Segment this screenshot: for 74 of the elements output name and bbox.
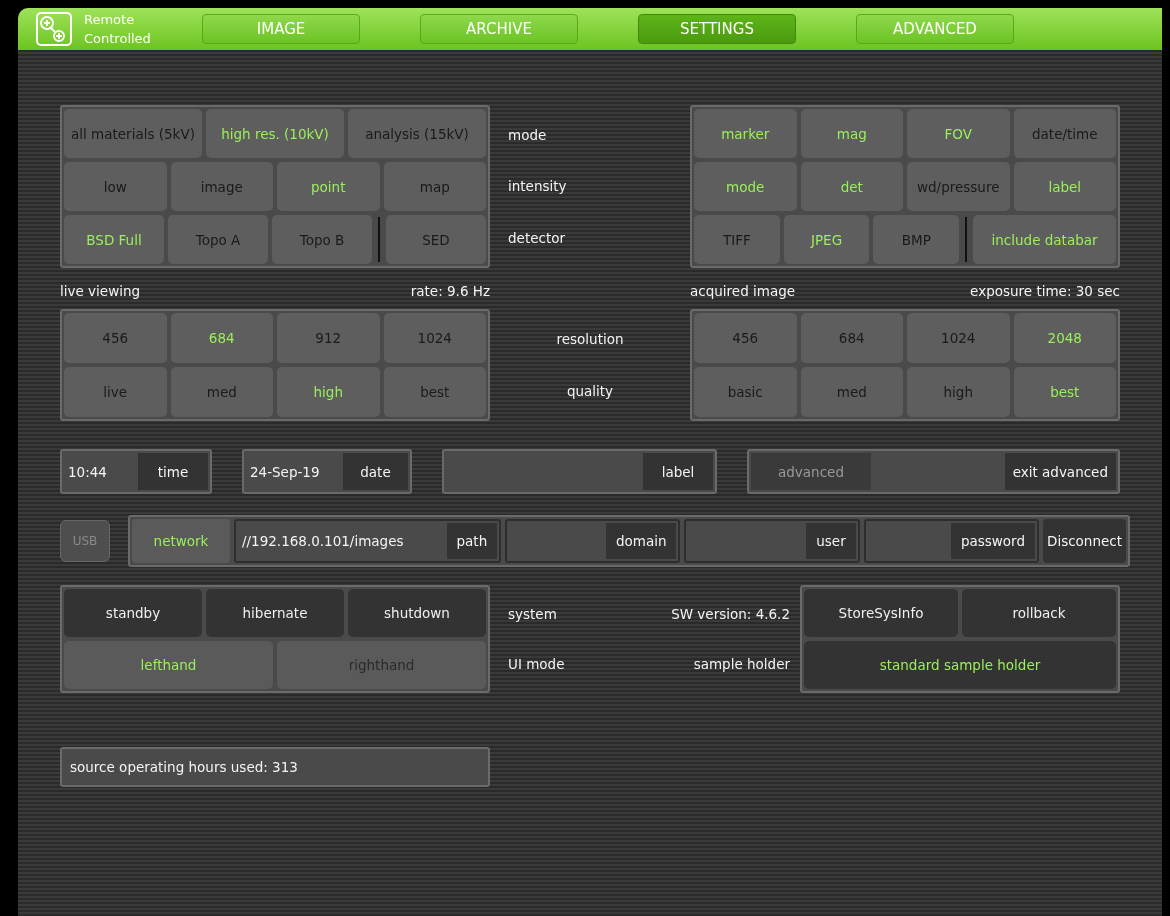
option-button[interactable]: label <box>1013 162 1116 211</box>
exposure-readout: exposure time: 30 sec <box>970 283 1120 299</box>
section-label: live viewing <box>60 283 141 299</box>
network-button[interactable]: network <box>132 519 230 563</box>
system-button[interactable]: standard sample holder <box>804 641 1116 689</box>
network-field[interactable]: user <box>684 519 860 563</box>
option-button[interactable]: 1024 <box>907 313 1010 363</box>
row-label: UI mode <box>508 656 565 672</box>
option-button[interactable]: mode <box>694 162 797 211</box>
exit-advanced-button[interactable]: exit advanced <box>1004 453 1116 490</box>
date-field[interactable]: 24-Sep-19 date <box>242 449 412 494</box>
option-button[interactable]: wd/pressure <box>907 162 1010 211</box>
status-bar: source operating hours used: 313 <box>60 747 490 787</box>
option-button[interactable]: TIFF <box>694 215 780 264</box>
option-button[interactable]: mag <box>800 109 903 158</box>
network-field[interactable]: //192.168.0.101/images path <box>234 519 502 563</box>
option-button[interactable]: basic <box>694 367 797 417</box>
option-button[interactable]: best <box>1013 367 1116 417</box>
time-field[interactable]: 10:44 time <box>60 449 212 494</box>
disconnect-button[interactable]: Disconnect <box>1043 519 1126 563</box>
row-label: resolution <box>555 331 625 347</box>
nav-tab[interactable]: SETTINGS <box>638 14 796 44</box>
option-button[interactable]: low <box>64 162 167 211</box>
row-label: intensity <box>508 178 568 195</box>
option-button[interactable]: best <box>383 367 486 417</box>
system-button[interactable]: rollback <box>962 589 1116 637</box>
system-button[interactable]: shutdown <box>348 589 486 637</box>
option-button[interactable]: BSD Full <box>64 215 164 264</box>
row-label: detector <box>508 230 566 247</box>
option-button[interactable]: high res. (10kV) <box>206 109 344 158</box>
option-button[interactable]: point <box>277 162 380 211</box>
option-button[interactable]: 2048 <box>1013 313 1116 363</box>
option-button[interactable]: det <box>800 162 903 211</box>
option-button[interactable]: all materials (5kV) <box>64 109 202 158</box>
option-button[interactable]: 456 <box>64 313 167 363</box>
option-button[interactable]: FOV <box>907 109 1010 158</box>
option-button[interactable]: Topo A <box>168 215 268 264</box>
option-button[interactable]: include databar <box>973 215 1116 264</box>
option-button[interactable]: SED <box>386 215 486 264</box>
system-button[interactable]: standby <box>64 589 202 637</box>
option-button[interactable]: date/time <box>1013 109 1116 158</box>
option-button[interactable]: live <box>64 367 167 417</box>
option-button[interactable]: Topo B <box>272 215 372 264</box>
row-label: mode <box>508 126 548 143</box>
row-value: SW version: 4.6.2 <box>671 606 790 622</box>
option-button[interactable]: 1024 <box>383 313 486 363</box>
option-button[interactable]: 912 <box>277 313 380 363</box>
system-button[interactable]: lefthand <box>64 641 273 689</box>
option-button[interactable]: med <box>800 367 903 417</box>
system-button[interactable]: StoreSysInfo <box>804 589 958 637</box>
system-button[interactable]: hibernate <box>206 589 344 637</box>
option-button[interactable]: marker <box>694 109 797 158</box>
app-title: Remote Controlled <box>84 11 152 48</box>
option-button[interactable]: JPEG <box>783 215 870 264</box>
option-button[interactable]: map <box>383 162 486 211</box>
rate-readout: rate: 9.6 Hz <box>410 283 490 299</box>
row-value: sample holder <box>693 656 790 672</box>
option-button[interactable]: image <box>170 162 273 211</box>
option-button[interactable]: 684 <box>170 313 273 363</box>
advanced-button[interactable]: advanced <box>751 453 871 490</box>
network-field[interactable]: domain <box>505 519 681 563</box>
label-field[interactable]: label <box>442 449 717 494</box>
option-button[interactable]: high <box>907 367 1010 417</box>
option-button[interactable]: high <box>277 367 380 417</box>
network-field[interactable]: password <box>863 519 1039 563</box>
option-button[interactable]: BMP <box>873 215 960 264</box>
option-button[interactable]: analysis (15kV) <box>348 109 486 158</box>
section-label: acquired image <box>690 283 796 299</box>
row-label: quality <box>565 383 615 399</box>
row-label: system <box>508 606 557 622</box>
zoom-logo-icon <box>36 12 72 46</box>
option-button[interactable]: med <box>170 367 273 417</box>
option-button[interactable]: 456 <box>694 313 797 363</box>
option-button[interactable]: 684 <box>800 313 903 363</box>
